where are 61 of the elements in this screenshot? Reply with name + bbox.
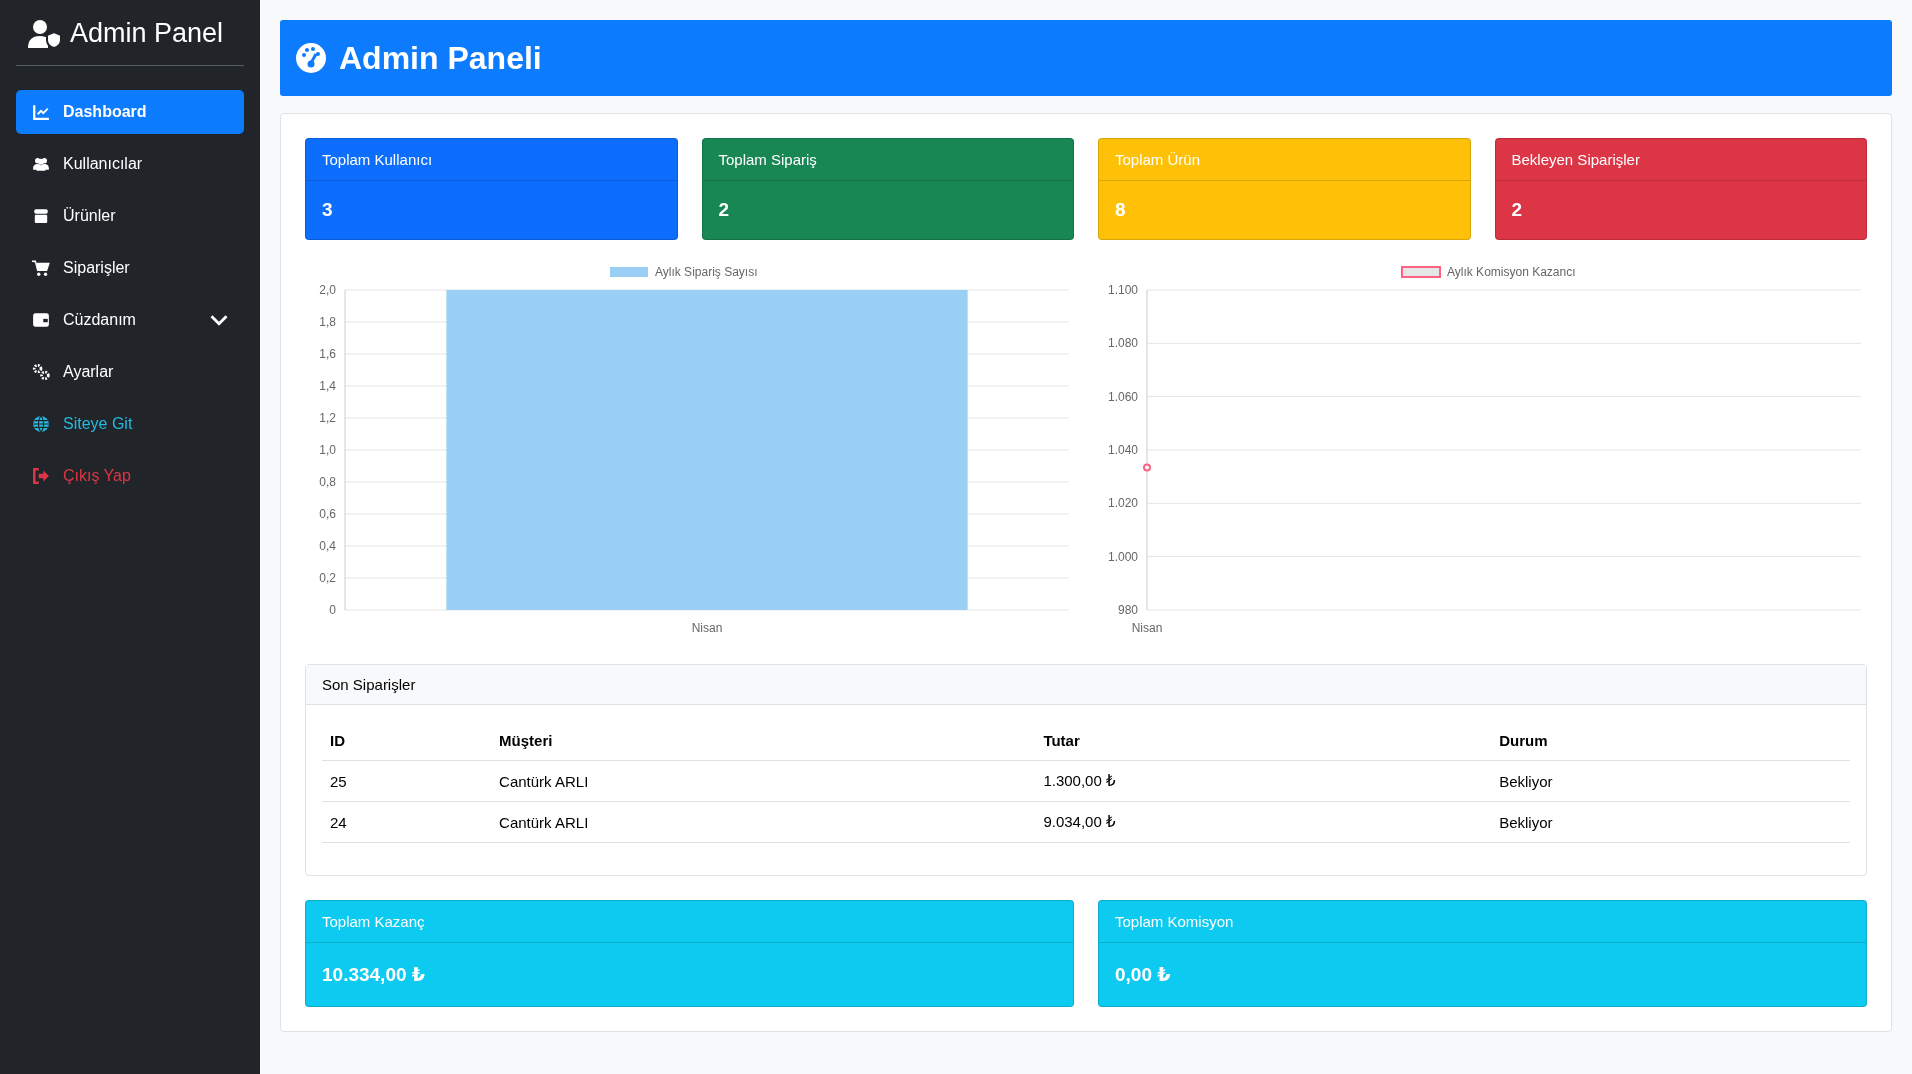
y-tick-label: 1,2: [319, 411, 336, 425]
x-tick-label: Nisan: [1131, 621, 1163, 635]
y-tick-label: 0: [329, 603, 336, 617]
y-tick-label: 0,2: [319, 571, 336, 585]
stat-value: 8: [1114, 198, 1127, 222]
sidebar-item[interactable]: Siparişler: [16, 246, 244, 290]
stat-value: 2: [717, 198, 731, 222]
legend-swatch: [1401, 266, 1441, 278]
y-tick-label: 0,6: [319, 507, 336, 521]
stat-title: Bekleyen Siparişler: [1495, 139, 1866, 181]
y-tick-label: 2,0: [319, 283, 336, 297]
table-cell: Cantürk ARLI: [491, 760, 1036, 802]
y-tick-label: 1.080: [1107, 336, 1138, 351]
column-header: ID: [322, 721, 492, 761]
stat-title: Toplam Ürün: [1099, 139, 1470, 181]
table-cell: 1.300,00 ₺: [1035, 760, 1492, 802]
table-cell: Cantürk ARLI: [491, 801, 1036, 843]
gauge-icon: [295, 42, 327, 74]
table-cell: 9.034,00 ₺: [1035, 801, 1492, 843]
data-point: [1143, 463, 1151, 472]
legend-label: Aylık Sipariş Sayısı: [655, 265, 758, 279]
column-header: Müşteri: [491, 721, 1036, 761]
y-tick-label: 1.020: [1107, 496, 1138, 511]
y-tick-label: 1,8: [319, 315, 336, 329]
sidebar-item[interactable]: Ayarlar: [16, 350, 244, 394]
sidebar-item[interactable]: Ürünler: [16, 194, 244, 238]
sidebar-item[interactable]: Dashboard: [16, 90, 244, 134]
y-tick-label: 1,6: [319, 347, 336, 361]
total-value: 0,00 ₺: [1114, 963, 1172, 987]
y-tick-label: 0,8: [319, 475, 336, 489]
table-cell: Bekliyor: [1491, 801, 1850, 843]
orders-title: Son Siparişler: [306, 665, 1866, 705]
y-tick-label: 1,0: [319, 443, 336, 457]
sidebar-item[interactable]: Siteye Git: [16, 402, 244, 446]
y-tick-label: 1.000: [1107, 549, 1138, 564]
page-title: Admin Paneli: [339, 39, 542, 77]
column-header: Tutar: [1035, 721, 1492, 761]
stat-title: Toplam Sipariş: [702, 139, 1073, 181]
sidebar-item[interactable]: Kullanıcılar: [16, 142, 244, 186]
brand-title: Admin Panel: [70, 18, 224, 49]
legend-label: Aylık Komisyon Kazancı: [1447, 265, 1576, 279]
total-title: Toplam Kazanç: [306, 901, 1073, 943]
y-tick-label: 980: [1117, 603, 1138, 617]
x-tick-label: Nisan: [691, 621, 723, 635]
total-title: Toplam Komisyon: [1099, 901, 1866, 943]
table-cell: Bekliyor: [1491, 760, 1850, 802]
stat-title: Toplam Kullanıcı: [306, 139, 677, 181]
y-tick-label: 1.060: [1107, 389, 1138, 404]
column-header: Durum: [1491, 721, 1850, 761]
admin-user-icon: [28, 18, 62, 49]
y-tick-label: 1,4: [319, 379, 336, 393]
y-tick-label: 0,4: [319, 539, 336, 553]
table-cell: 24: [322, 801, 492, 843]
total-value: 10.334,00 ₺: [321, 963, 427, 987]
y-tick-label: 1.040: [1107, 443, 1138, 457]
sidebar-item[interactable]: Cüzdanım: [16, 298, 244, 342]
stat-value: 2: [1510, 198, 1524, 222]
stat-value: 3: [321, 198, 334, 222]
legend-swatch: [610, 267, 648, 277]
table-cell: 25: [322, 760, 492, 802]
y-tick-label: 1.100: [1107, 283, 1138, 297]
